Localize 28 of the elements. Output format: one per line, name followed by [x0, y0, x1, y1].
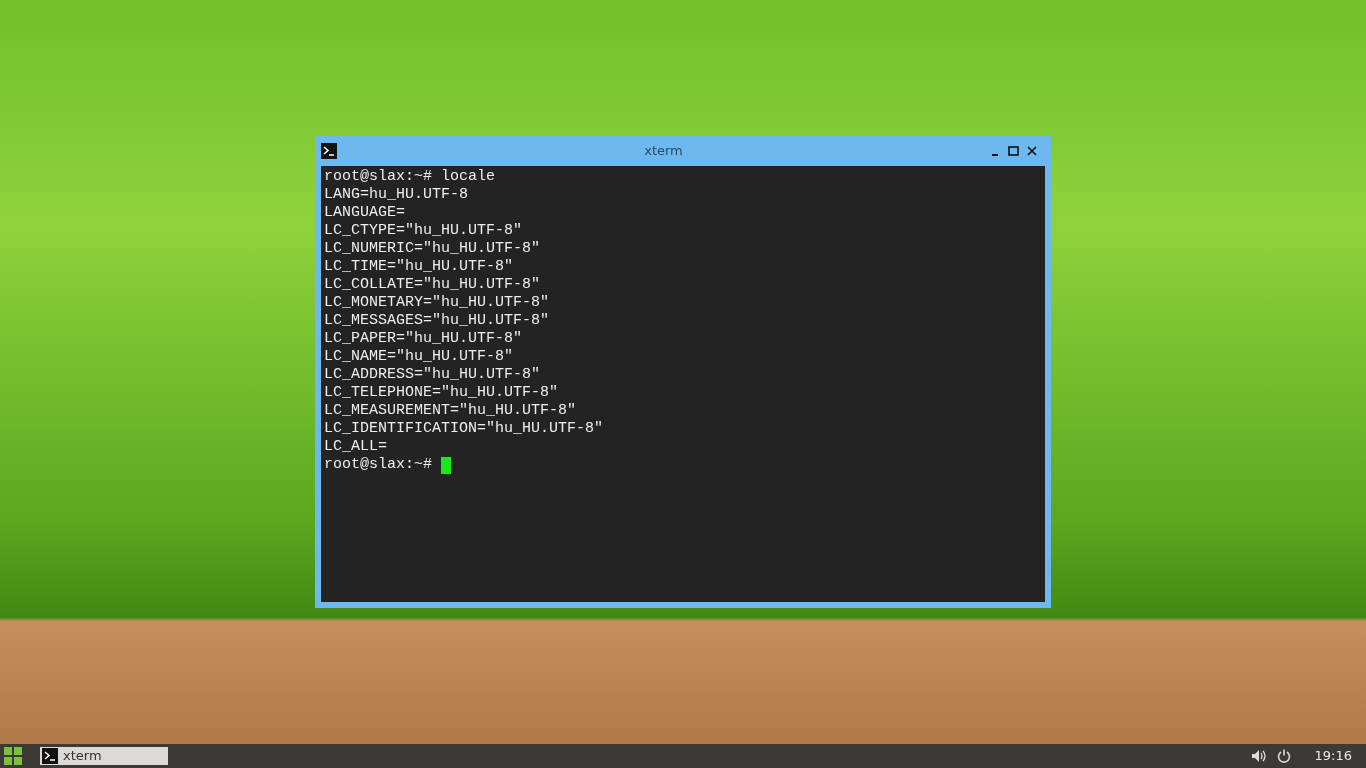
terminal-line: LC_IDENTIFICATION="hu_HU.UTF-8" [324, 420, 604, 438]
terminal-line: LC_NAME="hu_HU.UTF-8" [324, 348, 514, 366]
maximize-icon[interactable] [1008, 146, 1019, 156]
terminal-line: LANG=hu_HU.UTF-8 [324, 186, 469, 204]
terminal-line: LC_ADDRESS="hu_HU.UTF-8" [324, 366, 541, 384]
terminal-line: LC_MONETARY="hu_HU.UTF-8" [324, 294, 550, 312]
terminal-line: LC_COLLATE="hu_HU.UTF-8" [324, 276, 541, 294]
terminal-line: LANGUAGE= [324, 204, 405, 222]
volume-icon[interactable] [1250, 749, 1267, 763]
terminal-icon [42, 748, 58, 764]
power-icon[interactable] [1276, 749, 1291, 763]
app-menu-icon[interactable] [4, 747, 22, 765]
close-icon[interactable] [1027, 146, 1037, 156]
terminal-prompt: root@slax:~# [324, 456, 433, 474]
terminal-line: LC_CTYPE="hu_HU.UTF-8" [324, 222, 523, 240]
clock: 19:16 [1314, 747, 1352, 766]
terminal-line: LC_NUMERIC="hu_HU.UTF-8" [324, 240, 541, 258]
terminal-line: root@slax:~# locale [324, 168, 496, 186]
terminal-line: LC_ALL= [324, 438, 387, 456]
text-cursor [441, 456, 452, 474]
terminal-icon [321, 143, 337, 159]
terminal-line: LC_MESSAGES="hu_HU.UTF-8" [324, 312, 550, 330]
window-title: xterm [643, 142, 684, 161]
terminal-line: LC_PAPER="hu_HU.UTF-8" [324, 330, 523, 348]
terminal-line: LC_TIME="hu_HU.UTF-8" [324, 258, 514, 276]
terminal-line: LC_MEASUREMENT="hu_HU.UTF-8" [324, 402, 577, 420]
terminal-line: LC_TELEPHONE="hu_HU.UTF-8" [324, 384, 559, 402]
taskbar-button[interactable]: xterm [40, 747, 168, 765]
